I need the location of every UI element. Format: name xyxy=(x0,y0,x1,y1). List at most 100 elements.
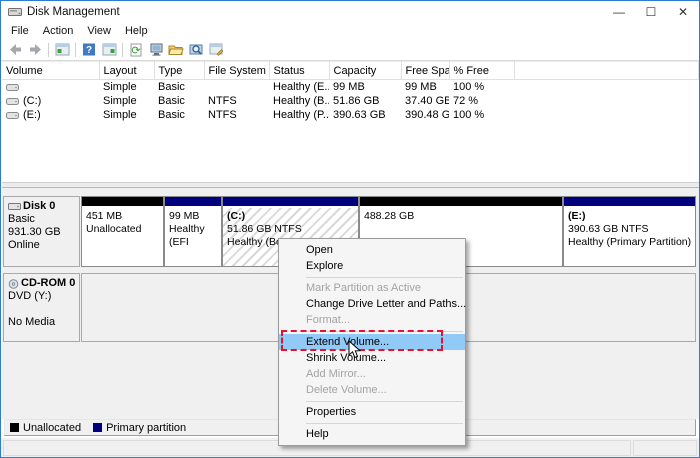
cell-free-space: 390.48 GB xyxy=(401,108,449,122)
volume-row[interactable]: (E:) Simple Basic NTFS Healthy (P... 390… xyxy=(2,108,699,122)
refresh-icon[interactable]: ⟳ xyxy=(126,41,146,59)
toolbar-separator xyxy=(48,43,49,57)
disk0-status: Online xyxy=(8,239,77,252)
title-bar: Disk Management — ☐ ✕ xyxy=(1,1,699,23)
primary-bar xyxy=(165,197,221,208)
status-pane xyxy=(633,440,697,456)
cell-free-space: 99 MB xyxy=(401,80,449,95)
mouse-cursor-icon xyxy=(348,340,362,363)
menu-item-open[interactable]: Open xyxy=(279,242,465,258)
menu-item-help[interactable]: Help xyxy=(279,426,465,442)
caption-buttons: — ☐ ✕ xyxy=(603,1,699,23)
disk0-size: 931.30 GB xyxy=(8,226,77,239)
primary-bar xyxy=(223,197,358,208)
primary-bar xyxy=(564,197,695,208)
back-icon[interactable] xyxy=(5,41,25,59)
col-free-space[interactable]: Free Spa... xyxy=(401,62,449,80)
cdrom-media: No Media xyxy=(8,316,77,329)
volume-row[interactable]: Simple Basic Healthy (E... 99 MB 99 MB 1… xyxy=(2,80,699,95)
disk0-label-panel[interactable]: Disk 0 Basic 931.30 GB Online xyxy=(3,196,80,267)
menu-item-explore[interactable]: Explore xyxy=(279,258,465,274)
volume-name: (C:) xyxy=(23,95,41,107)
menu-item-properties[interactable]: Properties xyxy=(279,404,465,420)
minimize-button[interactable]: — xyxy=(603,1,635,23)
rescan-disks-icon[interactable] xyxy=(146,41,166,59)
open-folder-icon[interactable] xyxy=(166,41,186,59)
cell-pct-free: 100 % xyxy=(449,80,514,95)
maximize-button[interactable]: ☐ xyxy=(635,1,667,23)
disk-management-icon xyxy=(8,6,22,18)
menu-item-delete-volume: Delete Volume... xyxy=(279,382,465,398)
volume-row[interactable]: (C:) Simple Basic NTFS Healthy (B... 51.… xyxy=(2,94,699,108)
volume-list: Volume Layout Type File System Status Ca… xyxy=(2,61,699,182)
menu-item-mark-partition-active: Mark Partition as Active xyxy=(279,280,465,296)
cell-file-system: NTFS xyxy=(204,108,269,122)
toolbar: ? ⟳ xyxy=(1,39,699,61)
cell-pct-free: 72 % xyxy=(449,94,514,108)
cell-free-space: 37.40 GB xyxy=(401,94,449,108)
partition-unallocated-451mb[interactable]: 451 MB Unallocated xyxy=(81,196,164,267)
partition-size: 390.63 GB NTFS xyxy=(568,223,694,236)
disk-management-window: Disk Management — ☐ ✕ File Action View H… xyxy=(0,0,700,458)
cell-file-system xyxy=(204,80,269,95)
cell-capacity: 51.86 GB xyxy=(329,94,401,108)
volume-list-header: Volume Layout Type File System Status Ca… xyxy=(2,62,699,80)
col-status[interactable]: Status xyxy=(269,62,329,80)
cell-file-system: NTFS xyxy=(204,94,269,108)
cd-icon xyxy=(8,279,19,289)
col-capacity[interactable]: Capacity xyxy=(329,62,401,80)
disk-icon xyxy=(8,202,21,211)
legend-primary-partition: Primary partition xyxy=(93,422,186,434)
col-layout[interactable]: Layout xyxy=(99,62,154,80)
legend-label: Unallocated xyxy=(23,422,81,434)
view-icon[interactable] xyxy=(186,41,206,59)
forward-icon[interactable] xyxy=(25,41,45,59)
help-icon[interactable]: ? xyxy=(79,41,99,59)
cell-type: Basic xyxy=(154,108,204,122)
disk0-type: Basic xyxy=(8,213,77,226)
primary-partition-swatch xyxy=(93,423,102,432)
cdrom-label-panel[interactable]: CD-ROM 0 DVD (Y:) No Media xyxy=(3,273,80,342)
menu-item-shrink-volume[interactable]: Shrink Volume... xyxy=(279,350,465,366)
partition-letter: (C:) xyxy=(227,210,357,223)
volume-icon xyxy=(6,83,19,92)
partition-status: Healthy (Primary Partition) xyxy=(568,236,694,249)
show-action-pane-icon[interactable] xyxy=(99,41,119,59)
col-pct-free[interactable]: % Free xyxy=(449,62,514,80)
toolbar-separator xyxy=(75,43,76,57)
extend-volume-annotation-box xyxy=(281,330,443,351)
menu-item-change-drive-letter[interactable]: Change Drive Letter and Paths... xyxy=(279,296,465,312)
legend-unallocated: Unallocated xyxy=(10,422,81,434)
col-volume[interactable]: Volume xyxy=(2,62,99,80)
disk0-name: Disk 0 xyxy=(23,200,55,213)
svg-text:?: ? xyxy=(86,45,92,56)
volume-icon xyxy=(6,97,19,106)
cdrom-drive: DVD (Y:) xyxy=(8,290,77,303)
menu-action[interactable]: Action xyxy=(36,24,81,38)
col-file-system[interactable]: File System xyxy=(204,62,269,80)
menu-bar: File Action View Help xyxy=(1,23,699,39)
cell-capacity: 390.63 GB xyxy=(329,108,401,122)
menu-view[interactable]: View xyxy=(80,24,118,38)
cell-layout: Simple xyxy=(99,94,154,108)
legend-label: Primary partition xyxy=(106,422,186,434)
cell-layout: Simple xyxy=(99,80,154,95)
partition-efi[interactable]: 99 MB Healthy (EFI xyxy=(164,196,222,267)
menu-separator xyxy=(306,277,463,278)
menu-help[interactable]: Help xyxy=(118,24,155,38)
close-button[interactable]: ✕ xyxy=(667,1,699,23)
cell-status: Healthy (B... xyxy=(269,94,329,108)
partition-status: Unallocated xyxy=(86,223,162,236)
partition-status: Healthy (EFI xyxy=(169,223,220,249)
cell-layout: Simple xyxy=(99,108,154,122)
svg-text:⟳: ⟳ xyxy=(131,45,140,57)
menu-file[interactable]: File xyxy=(4,24,36,38)
menu-item-add-mirror: Add Mirror... xyxy=(279,366,465,382)
properties-icon[interactable] xyxy=(206,41,226,59)
menu-separator xyxy=(306,401,463,402)
partition-e[interactable]: (E:) 390.63 GB NTFS Healthy (Primary Par… xyxy=(563,196,696,267)
partition-size: 488.28 GB xyxy=(364,210,561,223)
show-console-tree-icon[interactable] xyxy=(52,41,72,59)
unallocated-bar xyxy=(82,197,163,208)
col-type[interactable]: Type xyxy=(154,62,204,80)
